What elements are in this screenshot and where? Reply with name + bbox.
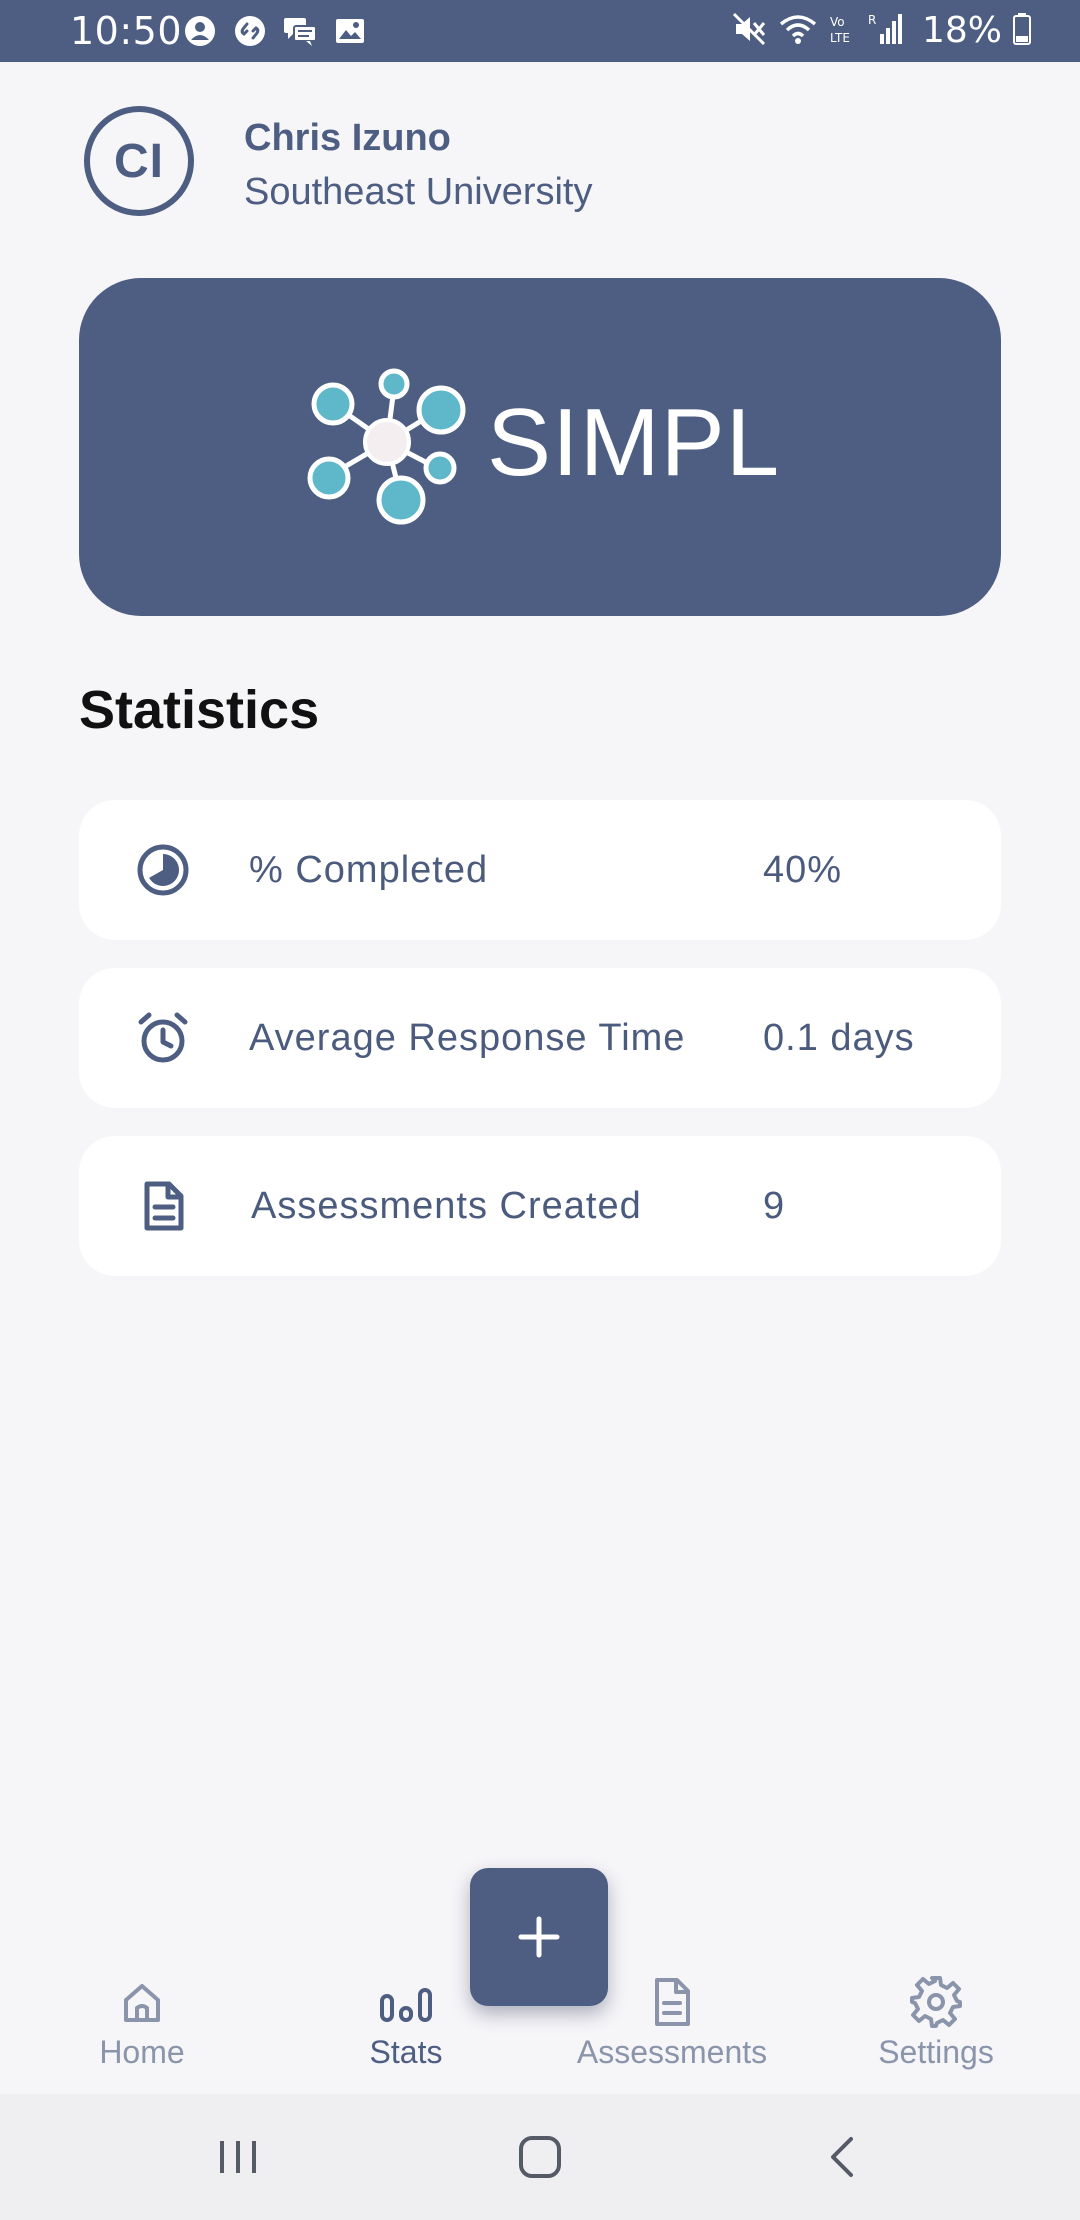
stat-value: 40% xyxy=(763,849,843,891)
volte-icon: Vo LTE xyxy=(828,12,858,51)
wifi-icon xyxy=(778,12,818,51)
mute-icon xyxy=(732,12,768,51)
brand-name: SIMPL xyxy=(487,389,781,496)
nav-label-stats: Stats xyxy=(369,2034,443,2070)
stat-card-response-time[interactable]: Average Response Time 0.1 days xyxy=(79,968,1001,1108)
document-icon xyxy=(144,1181,184,1231)
stat-label: % Completed xyxy=(249,849,489,891)
simpl-logo-icon xyxy=(307,368,466,525)
user-organization: Southeast University xyxy=(244,171,593,213)
nav-label-home: Home xyxy=(99,2034,185,2070)
svg-text:R: R xyxy=(868,13,876,27)
gear-icon xyxy=(910,1976,962,2028)
avatar[interactable]: CI xyxy=(84,106,194,216)
battery-percent: 18% xyxy=(922,10,1003,51)
nav-label-settings: Settings xyxy=(878,2034,994,2070)
gallery-icon xyxy=(332,13,368,49)
status-time: 10:50 xyxy=(70,9,183,53)
profile-icon xyxy=(182,13,218,49)
nav-item-home[interactable]: Home xyxy=(12,1950,272,2094)
shazam-icon xyxy=(232,13,268,49)
statistics-title: Statistics xyxy=(79,680,320,740)
system-nav-bar xyxy=(0,2094,1080,2220)
home-button[interactable] xyxy=(505,2124,575,2190)
svg-text:Vo: Vo xyxy=(830,15,845,29)
plus-icon xyxy=(518,1916,560,1958)
brand-banner: SIMPL xyxy=(79,278,1001,616)
add-assessment-button[interactable] xyxy=(470,1868,608,2006)
stat-card-assessments[interactable]: Assessments Created 9 xyxy=(79,1136,1001,1276)
back-chevron-icon xyxy=(831,2137,853,2177)
stat-value: 0.1 days xyxy=(763,1017,915,1059)
stat-card-completed[interactable]: % Completed 40% xyxy=(79,800,1001,940)
stat-label: Assessments Created xyxy=(251,1185,642,1227)
user-name: Chris Izuno xyxy=(244,117,451,159)
avatar-initials: CI xyxy=(114,134,164,188)
alarm-clock-icon xyxy=(138,1012,188,1063)
home-icon xyxy=(124,1984,160,2022)
bar-chart-icon xyxy=(380,1988,432,2022)
status-bar: 10:50 Vo LTE R 18% xyxy=(0,0,1080,62)
status-icons-left xyxy=(182,13,368,49)
status-icons-right: Vo LTE R 18% xyxy=(732,10,1032,51)
svg-text:LTE: LTE xyxy=(830,31,850,45)
signal-icon: R xyxy=(868,12,904,51)
stat-label: Average Response Time xyxy=(249,1017,686,1059)
recents-button[interactable] xyxy=(203,2124,273,2190)
back-button[interactable] xyxy=(808,2124,878,2190)
messages-icon xyxy=(282,13,318,49)
nav-item-settings[interactable]: Settings xyxy=(806,1950,1066,2094)
home-square-icon xyxy=(519,2136,561,2178)
nav-label-assessments: Assessments xyxy=(576,2034,768,2070)
stat-value: 9 xyxy=(763,1185,786,1227)
document-icon xyxy=(655,1978,690,2026)
pie-chart-icon xyxy=(137,844,189,896)
recents-icon xyxy=(220,2141,256,2173)
battery-icon xyxy=(1012,12,1032,51)
